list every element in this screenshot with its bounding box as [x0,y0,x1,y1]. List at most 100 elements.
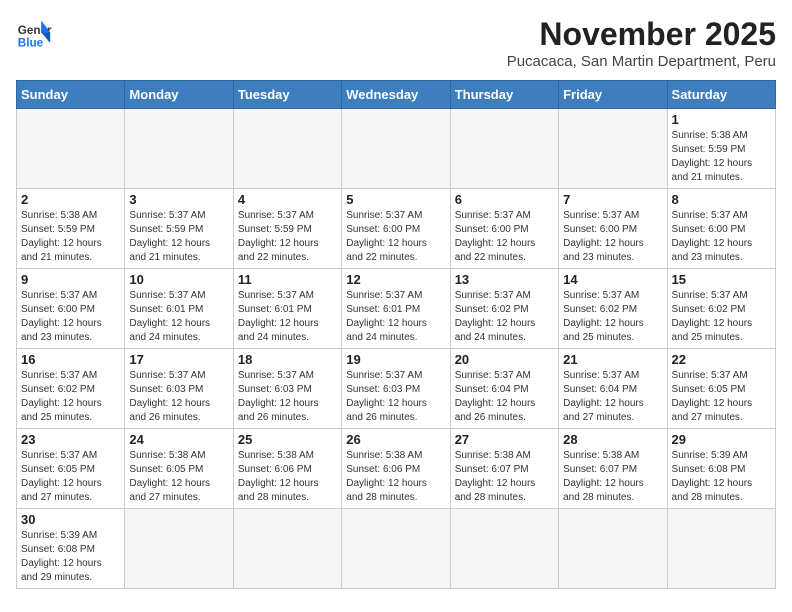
day-number: 6 [455,192,554,207]
day-info: Sunrise: 5:39 AM Sunset: 6:08 PM Dayligh… [21,529,120,585]
month-title: November 2025 [507,16,776,53]
logo: General Blue [16,16,52,52]
calendar-day-cell: 5 Sunrise: 5:37 AM Sunset: 6:00 PM Daylig… [342,189,450,269]
day-info: Sunrise: 5:37 AM Sunset: 6:02 PM Dayligh… [672,289,771,345]
calendar-day-cell [559,509,667,589]
day-of-week-header: Wednesday [342,81,450,109]
day-number: 17 [129,352,228,367]
day-info: Sunrise: 5:37 AM Sunset: 6:00 PM Dayligh… [21,289,120,345]
day-number: 26 [346,432,445,447]
calendar-day-cell: 16 Sunrise: 5:37 AM Sunset: 6:02 PM Dayli… [17,349,125,429]
day-info: Sunrise: 5:39 AM Sunset: 6:08 PM Dayligh… [672,449,771,505]
day-number: 28 [563,432,662,447]
calendar-day-cell [17,109,125,189]
day-info: Sunrise: 5:37 AM Sunset: 6:03 PM Dayligh… [346,369,445,425]
day-info: Sunrise: 5:38 AM Sunset: 6:06 PM Dayligh… [238,449,337,505]
day-info: Sunrise: 5:37 AM Sunset: 6:02 PM Dayligh… [455,289,554,345]
day-info: Sunrise: 5:37 AM Sunset: 6:00 PM Dayligh… [563,209,662,265]
calendar-week-row: 2Sunrise: 5:38 AM Sunset: 5:59 PM Daylig… [17,189,776,269]
title-area: November 2025 Pucacaca, San Martin Depar… [507,16,776,70]
day-number: 30 [21,512,120,527]
page-header: General Blue November 2025 Pucacaca, San… [16,16,776,70]
calendar-day-cell: 18Sunrise: 5:37 AM Sunset: 6:03 PM Dayli… [233,349,341,429]
day-number: 23 [21,432,120,447]
day-number: 10 [129,272,228,287]
calendar-week-row: 30 Sunrise: 5:39 AM Sunset: 6:08 PM Dayli… [17,509,776,589]
calendar-day-cell: 21 Sunrise: 5:37 AM Sunset: 6:04 PM Dayli… [559,349,667,429]
day-number: 9 [21,272,120,287]
calendar-week-row: 16 Sunrise: 5:37 AM Sunset: 6:02 PM Dayli… [17,349,776,429]
day-number: 21 [563,352,662,367]
calendar-day-cell: 15 Sunrise: 5:37 AM Sunset: 6:02 PM Dayli… [667,269,775,349]
calendar-day-cell: 25Sunrise: 5:38 AM Sunset: 6:06 PM Dayli… [233,429,341,509]
calendar-day-cell [450,109,558,189]
day-number: 15 [672,272,771,287]
calendar-day-cell: 3Sunrise: 5:37 AM Sunset: 5:59 PM Daylig… [125,189,233,269]
day-info: Sunrise: 5:37 AM Sunset: 5:59 PM Dayligh… [129,209,228,265]
calendar-day-cell: 9 Sunrise: 5:37 AM Sunset: 6:00 PM Daylig… [17,269,125,349]
calendar-day-cell: 2Sunrise: 5:38 AM Sunset: 5:59 PM Daylig… [17,189,125,269]
day-info: Sunrise: 5:37 AM Sunset: 6:00 PM Dayligh… [455,209,554,265]
day-number: 19 [346,352,445,367]
day-number: 13 [455,272,554,287]
day-of-week-header: Friday [559,81,667,109]
calendar-day-cell: 13 Sunrise: 5:37 AM Sunset: 6:02 PM Dayli… [450,269,558,349]
calendar-day-cell: 7Sunrise: 5:37 AM Sunset: 6:00 PM Daylig… [559,189,667,269]
day-info: Sunrise: 5:38 AM Sunset: 6:06 PM Dayligh… [346,449,445,505]
day-number: 29 [672,432,771,447]
calendar-table: SundayMondayTuesdayWednesdayThursdayFrid… [16,80,776,589]
day-info: Sunrise: 5:37 AM Sunset: 6:02 PM Dayligh… [21,369,120,425]
calendar-day-cell: 17 Sunrise: 5:37 AM Sunset: 6:03 PM Dayli… [125,349,233,429]
calendar-day-cell: 20Sunrise: 5:37 AM Sunset: 6:04 PM Dayli… [450,349,558,429]
day-info: Sunrise: 5:37 AM Sunset: 6:04 PM Dayligh… [563,369,662,425]
calendar-day-cell: 6 Sunrise: 5:37 AM Sunset: 6:00 PM Daylig… [450,189,558,269]
day-info: Sunrise: 5:37 AM Sunset: 6:04 PM Dayligh… [455,369,554,425]
calendar-day-cell: 1 Sunrise: 5:38 AM Sunset: 5:59 PM Daylig… [667,109,775,189]
day-number: 16 [21,352,120,367]
calendar-day-cell: 8Sunrise: 5:37 AM Sunset: 6:00 PM Daylig… [667,189,775,269]
day-number: 24 [129,432,228,447]
calendar-day-cell [125,509,233,589]
calendar-day-cell: 12 Sunrise: 5:37 AM Sunset: 6:01 PM Dayli… [342,269,450,349]
calendar-day-cell: 26 Sunrise: 5:38 AM Sunset: 6:06 PM Dayli… [342,429,450,509]
day-info: Sunrise: 5:37 AM Sunset: 6:03 PM Dayligh… [238,369,337,425]
calendar-day-cell: 27 Sunrise: 5:38 AM Sunset: 6:07 PM Dayli… [450,429,558,509]
day-info: Sunrise: 5:37 AM Sunset: 6:01 PM Dayligh… [346,289,445,345]
calendar-day-cell [233,509,341,589]
calendar-day-cell [450,509,558,589]
day-info: Sunrise: 5:37 AM Sunset: 6:05 PM Dayligh… [21,449,120,505]
calendar-day-cell [559,109,667,189]
calendar-week-row: 1 Sunrise: 5:38 AM Sunset: 5:59 PM Daylig… [17,109,776,189]
day-info: Sunrise: 5:37 AM Sunset: 6:00 PM Dayligh… [346,209,445,265]
day-info: Sunrise: 5:38 AM Sunset: 6:05 PM Dayligh… [129,449,228,505]
calendar-header-row: SundayMondayTuesdayWednesdayThursdayFrid… [17,81,776,109]
day-number: 12 [346,272,445,287]
calendar-day-cell: 24 Sunrise: 5:38 AM Sunset: 6:05 PM Dayli… [125,429,233,509]
day-number: 27 [455,432,554,447]
day-info: Sunrise: 5:37 AM Sunset: 5:59 PM Dayligh… [238,209,337,265]
day-info: Sunrise: 5:37 AM Sunset: 6:05 PM Dayligh… [672,369,771,425]
calendar-day-cell: 14Sunrise: 5:37 AM Sunset: 6:02 PM Dayli… [559,269,667,349]
calendar-day-cell [125,109,233,189]
calendar-day-cell: 10 Sunrise: 5:37 AM Sunset: 6:01 PM Dayli… [125,269,233,349]
day-info: Sunrise: 5:38 AM Sunset: 5:59 PM Dayligh… [672,129,771,185]
day-number: 5 [346,192,445,207]
day-number: 1 [672,112,771,127]
day-info: Sunrise: 5:38 AM Sunset: 6:07 PM Dayligh… [563,449,662,505]
day-info: Sunrise: 5:37 AM Sunset: 6:03 PM Dayligh… [129,369,228,425]
calendar-day-cell: 28 Sunrise: 5:38 AM Sunset: 6:07 PM Dayli… [559,429,667,509]
calendar-week-row: 23 Sunrise: 5:37 AM Sunset: 6:05 PM Dayli… [17,429,776,509]
day-of-week-header: Saturday [667,81,775,109]
day-number: 11 [238,272,337,287]
day-info: Sunrise: 5:37 AM Sunset: 6:01 PM Dayligh… [129,289,228,345]
day-number: 4 [238,192,337,207]
calendar-day-cell: 22 Sunrise: 5:37 AM Sunset: 6:05 PM Dayli… [667,349,775,429]
day-info: Sunrise: 5:37 AM Sunset: 6:02 PM Dayligh… [563,289,662,345]
calendar-day-cell: 29 Sunrise: 5:39 AM Sunset: 6:08 PM Dayli… [667,429,775,509]
calendar-day-cell [342,109,450,189]
day-number: 22 [672,352,771,367]
logo-icon: General Blue [16,16,52,52]
svg-text:Blue: Blue [18,37,44,50]
day-info: Sunrise: 5:38 AM Sunset: 6:07 PM Dayligh… [455,449,554,505]
day-number: 2 [21,192,120,207]
